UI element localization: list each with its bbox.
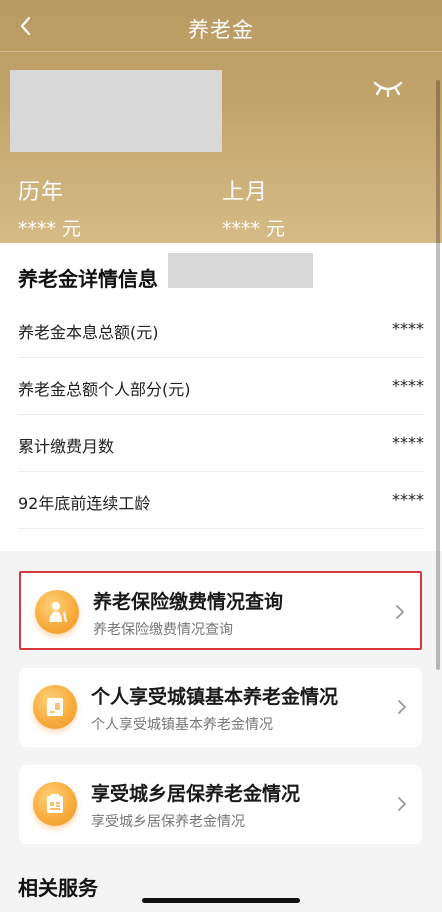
detail-row: 养老金总额个人部分(元) **** (18, 358, 424, 415)
chevron-right-icon (398, 700, 406, 714)
row-value: **** (392, 433, 424, 452)
row-label: 累计缴费月数 (18, 437, 115, 456)
card-subtitle: 个人享受城镇基本养老金情况 (91, 717, 273, 733)
related-services-title: 相关服务 (18, 876, 98, 900)
stat-history: 历年 **** 元 (18, 174, 81, 241)
detail-row: 92年底前连续工龄 **** (18, 472, 424, 529)
detail-row: 累计缴费月数 **** (18, 415, 424, 472)
card-subtitle: 享受城乡居保养老金情况 (91, 814, 245, 830)
stat-label: 上月 (222, 180, 269, 205)
card-urban-pension[interactable]: 个人享受城镇基本养老金情况 个人享受城镇基本养老金情况 (19, 668, 422, 747)
card-subtitle: 养老保险缴费情况查询 (93, 622, 233, 638)
stat-last-month: 上月 **** 元 (222, 174, 285, 241)
card-title: 享受城乡居保养老金情况 (91, 783, 301, 805)
toggle-visibility-button[interactable] (372, 78, 404, 98)
row-label: 92年底前连续工龄 (18, 494, 151, 513)
masked-account-info (10, 70, 222, 152)
row-value: **** (392, 490, 424, 509)
chevron-right-icon (396, 605, 404, 619)
row-label: 养老金总额个人部分(元) (18, 380, 191, 399)
stat-value: **** 元 (222, 218, 286, 240)
detail-row: 养老金本息总额(元) **** (18, 301, 424, 358)
chevron-right-icon (398, 797, 406, 811)
row-label: 养老金本息总额(元) (18, 323, 159, 342)
card-rural-pension[interactable]: 享受城乡居保养老金情况 享受城乡居保养老金情况 (19, 765, 422, 844)
pension-detail-section: 养老金详情信息 养老金本息总额(元) **** 养老金总额个人部分(元) ***… (0, 243, 442, 551)
stat-value: **** 元 (18, 218, 82, 240)
document-icon (33, 685, 77, 729)
detail-title: 养老金详情信息 (18, 267, 158, 291)
stat-label: 历年 (18, 180, 65, 205)
card-payment-query[interactable]: 养老保险缴费情况查询 养老保险缴费情况查询 (19, 571, 422, 650)
page-title: 养老金 (188, 18, 254, 42)
home-indicator[interactable] (142, 898, 300, 903)
card-title: 个人享受城镇基本养老金情况 (91, 686, 339, 708)
card-title: 养老保险缴费情况查询 (93, 591, 284, 613)
scrollbar[interactable] (436, 80, 440, 670)
receipt-icon (33, 782, 77, 826)
row-value: **** (392, 376, 424, 395)
balance-header: 养老金 历年 **** 元 上月 **** 元 (0, 0, 442, 243)
masked-name (168, 253, 313, 288)
elderly-person-icon (35, 590, 79, 634)
row-value: **** (392, 319, 424, 338)
eye-closed-icon (373, 81, 403, 98)
nav-bar: 养老金 (0, 0, 442, 52)
